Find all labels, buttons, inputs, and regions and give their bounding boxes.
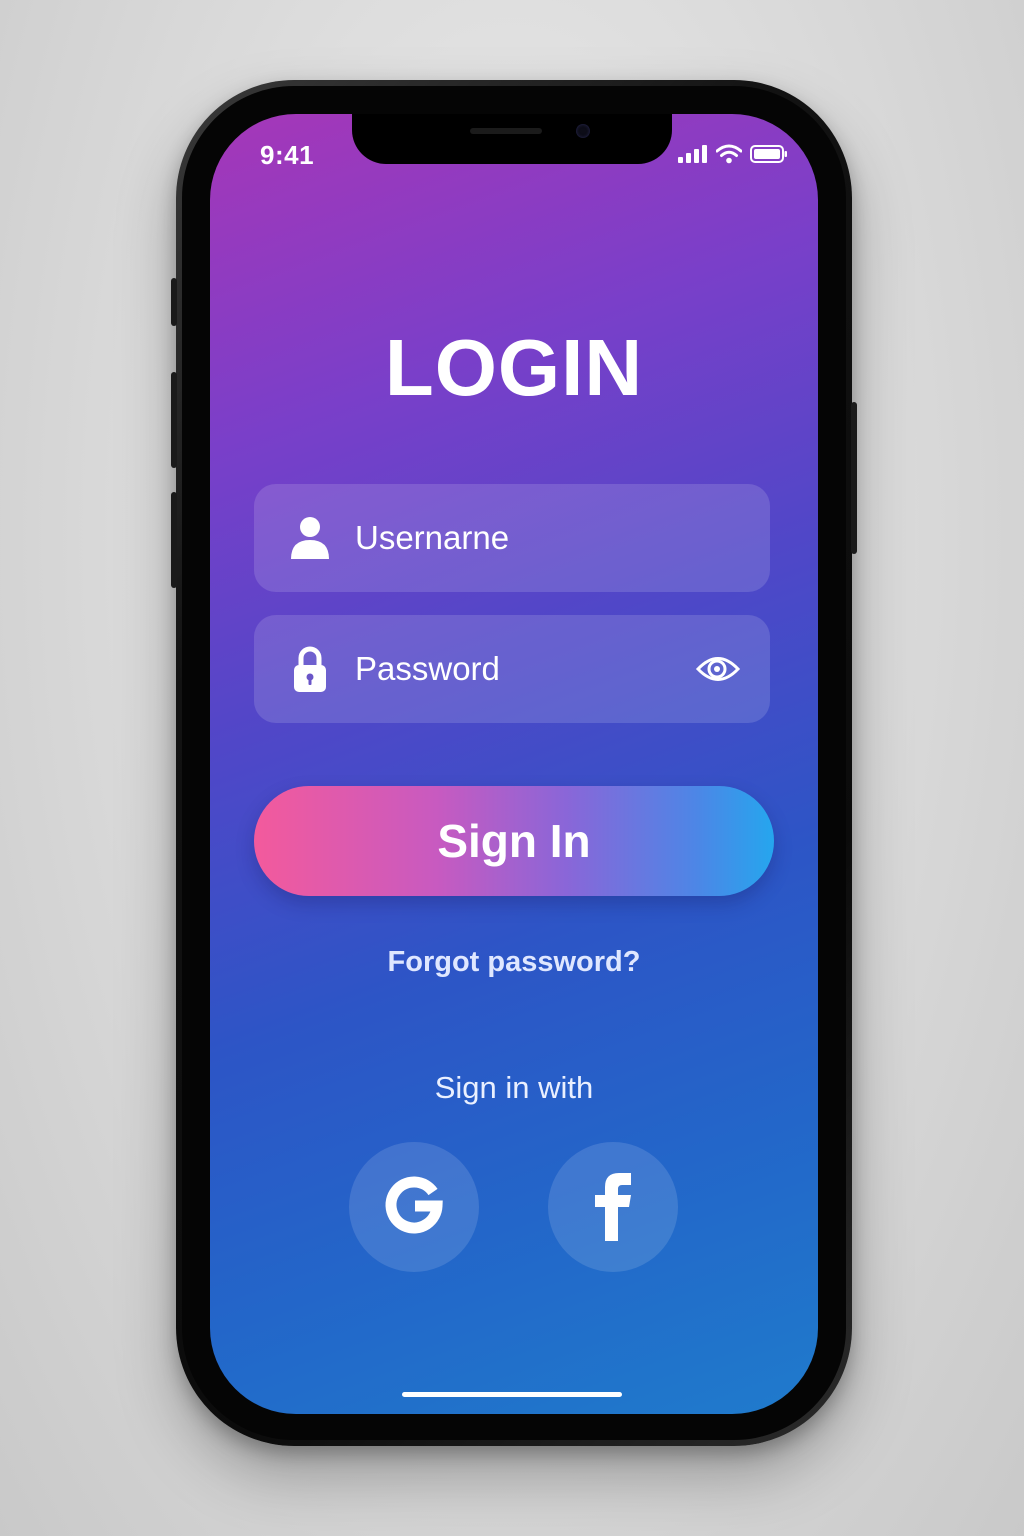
status-icons xyxy=(678,144,788,169)
page-title: LOGIN xyxy=(384,323,644,412)
power-button xyxy=(851,402,857,554)
eye-icon[interactable] xyxy=(695,652,741,686)
user-icon xyxy=(288,514,332,562)
earpiece-speaker xyxy=(470,128,542,134)
wifi-icon xyxy=(715,144,743,169)
front-camera xyxy=(576,124,590,138)
facebook-icon xyxy=(591,1169,635,1246)
sign-in-with-label: Sign in with xyxy=(434,1070,594,1105)
google-sign-in-button[interactable] xyxy=(349,1142,479,1272)
login-screen: 9:41 LOGIN Usernarne Password Sign In Fo… xyxy=(210,114,818,1414)
battery-icon xyxy=(750,145,788,168)
google-icon xyxy=(384,1175,444,1240)
silent-switch xyxy=(171,278,177,326)
lock-icon xyxy=(288,645,332,693)
cellular-signal-icon xyxy=(678,145,708,168)
notch xyxy=(352,114,672,164)
username-placeholder: Usernarne xyxy=(355,519,510,556)
sign-in-button[interactable]: Sign In xyxy=(254,786,774,896)
home-indicator[interactable] xyxy=(402,1392,622,1397)
facebook-sign-in-button[interactable] xyxy=(548,1142,678,1272)
status-time: 9:41 xyxy=(260,140,315,170)
volume-down-button xyxy=(171,492,177,588)
password-field[interactable]: Password xyxy=(254,615,770,723)
username-field[interactable]: Usernarne xyxy=(254,484,770,592)
password-placeholder: Password xyxy=(355,650,500,687)
forgot-password-link[interactable]: Forgot password? xyxy=(210,946,818,979)
volume-up-button xyxy=(171,372,177,468)
